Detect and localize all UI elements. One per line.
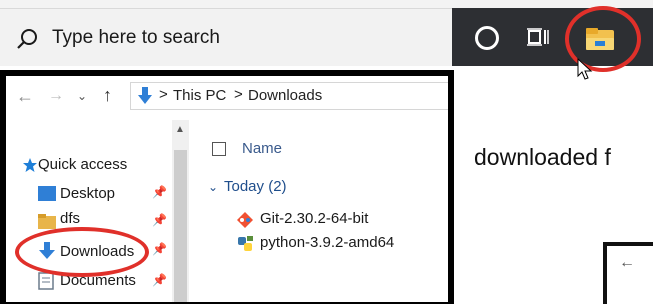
select-all-checkbox[interactable] [212, 142, 226, 156]
sidebar-item-label: Quick access [38, 156, 128, 173]
sidebar-item-label: dfs [60, 210, 81, 227]
download-arrow-icon [138, 87, 152, 104]
sidebar-item-quick-access[interactable]: Quick access [6, 153, 158, 177]
sidebar-item-label: Desktop [60, 185, 116, 202]
git-installer-icon [237, 212, 253, 228]
back-arrow-icon: ← [619, 254, 635, 271]
forward-arrow-icon[interactable]: → [48, 87, 64, 105]
taskbar-search-box[interactable]: Type here to search [0, 8, 452, 66]
top-edge [0, 0, 653, 8]
breadcrumb-separator: > [159, 86, 168, 103]
desktop-folder-icon [38, 186, 56, 201]
search-icon [17, 29, 37, 49]
recent-locations-chevron-icon[interactable]: ⌄ [77, 89, 87, 103]
pin-icon: 📌 [152, 242, 167, 256]
address-bar[interactable]: > This PC > Downloads [130, 82, 448, 110]
sidebar-item-desktop[interactable]: Desktop 📌 [6, 182, 167, 206]
instruction-text: downloaded f [474, 144, 611, 170]
group-collapse-chevron-icon[interactable]: ⌄ [208, 180, 218, 194]
scroll-up-arrow-icon[interactable]: ▲ [175, 124, 185, 135]
back-arrow-icon[interactable]: ← [16, 86, 34, 107]
highlight-ring-downloads [15, 227, 149, 277]
column-header-name[interactable]: Name [242, 140, 282, 157]
search-placeholder: Type here to search [52, 27, 220, 48]
partial-window: ← [607, 246, 653, 304]
scrollbar-thumb[interactable] [174, 150, 187, 302]
breadcrumb-this-pc[interactable]: This PC [173, 87, 226, 104]
file-name: Git-2.30.2-64-bit [260, 210, 369, 227]
documents-icon [38, 272, 54, 290]
task-view-icon[interactable] [527, 27, 549, 47]
navigation-bar: ← → ⌄ ↑ > This PC > Downloads [6, 76, 448, 116]
pin-icon: 📌 [152, 185, 167, 199]
group-header-today[interactable]: Today (2) [224, 178, 287, 195]
file-list: Name ⌄ Today (2) Git-2.30.2-64-bit pytho… [196, 120, 448, 302]
pin-icon: 📌 [152, 213, 167, 227]
cortana-icon[interactable] [475, 26, 499, 50]
file-name: python-3.9.2-amd64 [260, 234, 395, 251]
pin-icon: 📌 [152, 273, 167, 287]
taskbar: Type here to search [0, 6, 653, 80]
breadcrumb-separator: > [234, 86, 243, 103]
mouse-cursor-icon [577, 58, 593, 80]
up-arrow-icon[interactable]: ↑ [103, 85, 112, 106]
python-installer-icon [238, 236, 253, 251]
star-icon [23, 158, 37, 172]
folder-icon [38, 214, 56, 229]
sidebar-scrollbar[interactable]: ▲ [172, 120, 189, 302]
breadcrumb-downloads[interactable]: Downloads [248, 87, 322, 104]
partial-screenshot-frame: ← [603, 242, 653, 304]
